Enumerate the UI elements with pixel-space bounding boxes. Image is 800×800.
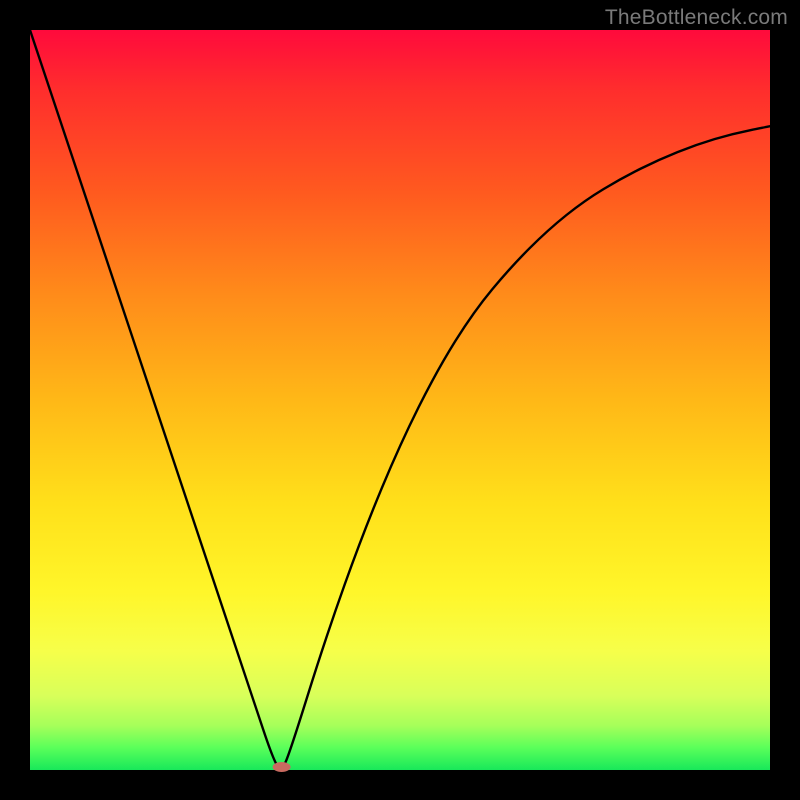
chart-frame: TheBottleneck.com: [0, 0, 800, 800]
minimum-marker: [273, 762, 291, 772]
bottleneck-curve: [30, 30, 770, 770]
plot-area: [30, 30, 770, 770]
watermark-text: TheBottleneck.com: [605, 6, 788, 30]
